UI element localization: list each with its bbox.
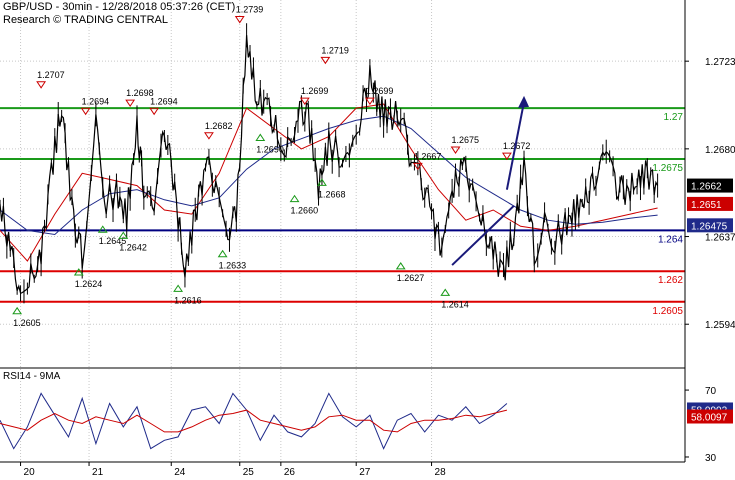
high-label: 1.2707 bbox=[37, 70, 65, 80]
price-series bbox=[0, 23, 659, 304]
high-marker-icon bbox=[203, 132, 214, 140]
low-marker-icon bbox=[289, 194, 300, 203]
rsi-line-rsi_ma bbox=[0, 409, 508, 433]
high-label: 1.2675 bbox=[452, 135, 480, 145]
high-label: 1.2682 bbox=[205, 121, 233, 131]
chart-title: GBP/USD - 30min - 12/28/2018 05:37:26 (C… bbox=[3, 1, 236, 13]
high-marker-icon bbox=[36, 81, 47, 89]
level-label-resistance: 1.27 bbox=[664, 112, 684, 123]
low-label: 1.2624 bbox=[75, 279, 103, 289]
high-label: 1.2719 bbox=[321, 45, 349, 55]
chart-canvas: 1.271.26751.2641.2621.2605 1.27071.26941… bbox=[0, 0, 735, 478]
x-tick-label: 24 bbox=[174, 467, 186, 478]
low-label: 1.2642 bbox=[119, 242, 147, 252]
x-tick-label: 21 bbox=[92, 467, 104, 478]
rsi-line-rsi bbox=[0, 392, 508, 450]
price-line bbox=[0, 35, 659, 295]
rsi-y-tick-label: 30 bbox=[705, 453, 717, 464]
level-label-pivot: 1.264 bbox=[658, 234, 683, 245]
x-tick-label: 28 bbox=[435, 467, 447, 478]
low-marker-icon bbox=[395, 262, 406, 270]
low-marker-icon bbox=[217, 249, 228, 258]
low-label: 1.2660 bbox=[291, 206, 319, 216]
arrow-up-icon bbox=[518, 95, 530, 108]
y-tick-label: 1.2680 bbox=[705, 145, 735, 156]
low-label: 1.2668 bbox=[318, 189, 346, 199]
high-marker-icon bbox=[320, 56, 331, 65]
low-label: 1.2690 bbox=[256, 144, 284, 154]
high-marker-icon bbox=[149, 107, 160, 116]
x-tick-label: 20 bbox=[24, 467, 36, 478]
low-marker-icon bbox=[255, 133, 266, 141]
high-marker-icon bbox=[234, 16, 245, 24]
high-label: 1.2699 bbox=[366, 86, 394, 96]
y-tick-label: 1.2594 bbox=[705, 320, 735, 331]
high-marker-icon bbox=[450, 146, 461, 154]
x-tick-label: 25 bbox=[243, 467, 255, 478]
level-label-support: 1.262 bbox=[658, 275, 683, 286]
rsi-y-tick-label: 70 bbox=[705, 386, 717, 397]
low-label: 1.2627 bbox=[397, 273, 425, 283]
low-marker-icon bbox=[440, 288, 451, 296]
high-label: 1.2699 bbox=[301, 86, 329, 96]
support-resistance-levels: 1.27 1.2675 1.264 1.262 1.2605 bbox=[0, 107, 685, 317]
y-tick-label: 1.2723 bbox=[705, 57, 735, 68]
chart-source: Research © TRADING CENTRAL bbox=[3, 14, 168, 26]
low-label: 1.2616 bbox=[174, 295, 202, 305]
level-label-resistance: 1.2675 bbox=[652, 163, 683, 174]
high-label: 1.2667 bbox=[414, 151, 442, 161]
rsi-title: RSI14 - 9MA bbox=[3, 371, 61, 382]
low-marker-icon bbox=[173, 284, 184, 292]
high-marker-icon bbox=[80, 107, 91, 116]
high-marker-icon bbox=[125, 99, 136, 108]
high-marker-icon bbox=[364, 97, 375, 106]
high-label: 1.2694 bbox=[150, 96, 178, 106]
low-label: 1.2605 bbox=[13, 318, 41, 328]
rsi-ma-badge: 58.0097 bbox=[691, 413, 728, 424]
x-tick-label: 27 bbox=[359, 467, 371, 478]
ma-slow-badge: 1.26475 bbox=[691, 221, 728, 232]
high-label: 1.2694 bbox=[82, 96, 110, 106]
low-marker-icon bbox=[12, 306, 23, 315]
low-label: 1.2633 bbox=[219, 261, 247, 271]
level-label-support: 1.2605 bbox=[652, 306, 683, 317]
high-label: 1.2739 bbox=[236, 5, 264, 15]
y-tick-label: 1.2637 bbox=[705, 233, 735, 244]
ma-fast-badge: 1.2651 bbox=[691, 200, 722, 211]
current-price-badge: 1.2662 bbox=[691, 182, 722, 193]
rsi-panel: RSI14 - 9MA bbox=[0, 371, 508, 450]
x-tick-label: 26 bbox=[284, 467, 296, 478]
low-label: 1.2614 bbox=[441, 299, 469, 309]
